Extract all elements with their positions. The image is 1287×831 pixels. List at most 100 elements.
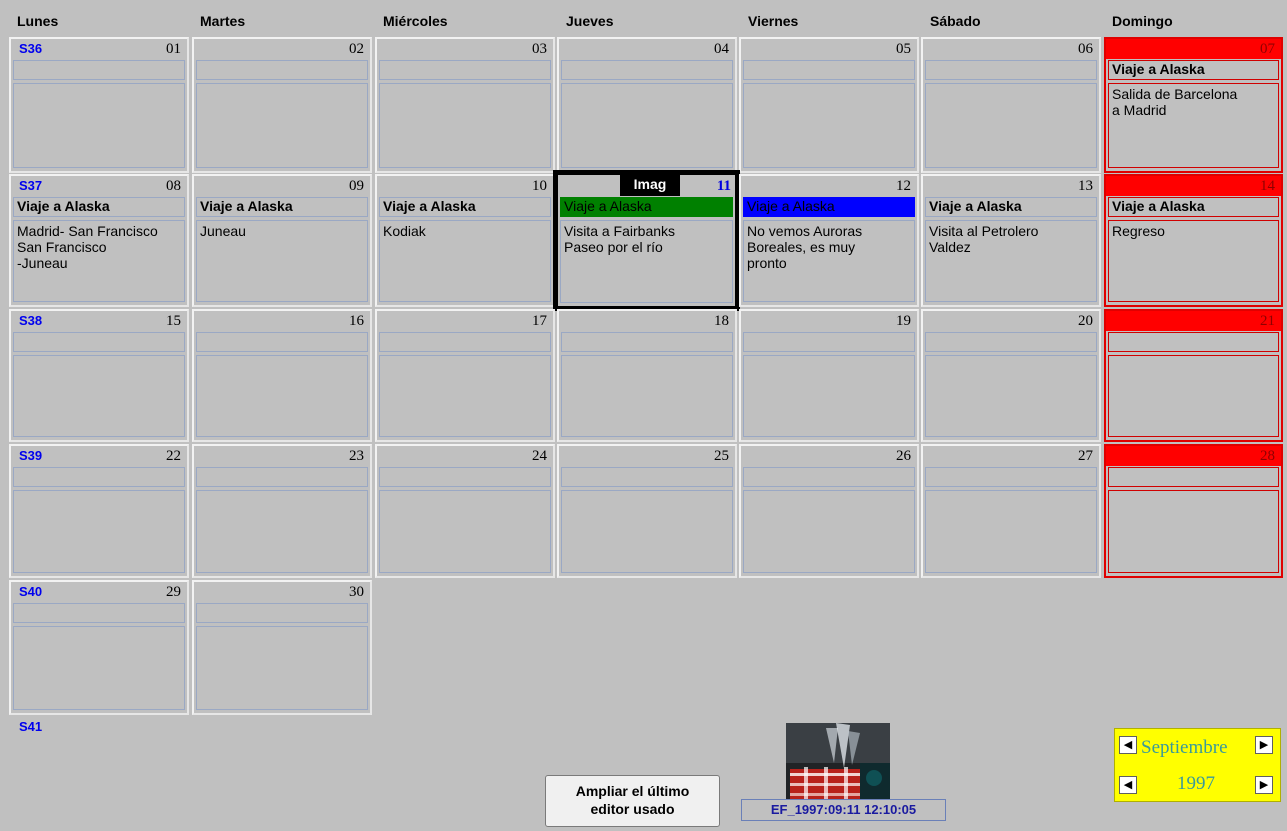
day-cell-18[interactable]: 18 (557, 309, 737, 442)
day-cell-04[interactable]: 04 (557, 37, 737, 173)
day-cell-07[interactable]: 07 Viaje a Alaska Salida de Barcelona a … (1104, 37, 1283, 173)
day-cell-17[interactable]: 17 (375, 309, 555, 442)
day-cell-06[interactable]: 06 (921, 37, 1101, 173)
day-cell-16[interactable]: 16 (192, 309, 372, 442)
event-title-box[interactable] (925, 60, 1097, 80)
event-notes-box[interactable] (379, 355, 551, 437)
event-title-box[interactable]: Viaje a Alaska (925, 197, 1097, 217)
day-cell-14[interactable]: 14 Viaje a Alaska Regreso (1104, 174, 1283, 307)
prev-year-arrow-icon[interactable]: ◀ (1119, 776, 1137, 794)
event-title-box[interactable] (1108, 332, 1279, 352)
day-cell-19[interactable]: 19 (739, 309, 919, 442)
event-notes-box[interactable] (1108, 355, 1279, 437)
event-title-box[interactable] (925, 467, 1097, 487)
day-cell-28[interactable]: 28 (1104, 444, 1283, 578)
day-cell-23[interactable]: 23 (192, 444, 372, 578)
week-label[interactable]: S39 (19, 448, 42, 463)
event-title-box[interactable] (743, 332, 915, 352)
day-cell-15[interactable]: S38 15 (9, 309, 189, 442)
next-year-arrow-icon[interactable]: ▶ (1255, 776, 1273, 794)
event-notes-box[interactable] (196, 83, 368, 168)
event-notes-box[interactable] (13, 626, 185, 710)
event-title-box[interactable] (1108, 467, 1279, 487)
day-cell-12[interactable]: 12 Viaje a Alaska No vemos Auroras Borea… (739, 174, 919, 307)
event-title-box[interactable] (743, 467, 915, 487)
event-notes-box[interactable] (925, 83, 1097, 168)
event-notes-box[interactable] (743, 355, 915, 437)
day-cell-29[interactable]: S40 29 (9, 580, 189, 715)
week-label[interactable]: S38 (19, 313, 42, 328)
event-title-box[interactable] (196, 60, 368, 80)
day-cell-03[interactable]: 03 (375, 37, 555, 173)
event-title-box[interactable]: Viaje a Alaska (196, 197, 368, 217)
event-title-box[interactable] (13, 603, 185, 623)
event-notes-box[interactable] (743, 490, 915, 573)
event-title-box[interactable] (13, 332, 185, 352)
event-title-box[interactable] (561, 467, 733, 487)
event-notes-box[interactable] (379, 490, 551, 573)
event-notes-box[interactable] (196, 490, 368, 573)
event-notes-box[interactable]: Juneau (196, 220, 368, 302)
event-title-box[interactable] (925, 332, 1097, 352)
event-title-box[interactable] (743, 60, 915, 80)
event-title-box[interactable] (379, 332, 551, 352)
event-notes-box[interactable] (743, 83, 915, 168)
event-notes-box[interactable] (379, 83, 551, 168)
image-tag[interactable]: Imag (620, 175, 680, 196)
event-title-box[interactable]: Viaje a Alaska (743, 197, 915, 217)
event-title-box[interactable]: Viaje a Alaska (1108, 197, 1279, 217)
event-notes-box[interactable] (13, 490, 185, 573)
event-notes-box[interactable]: No vemos Auroras Boreales, es muy pronto (743, 220, 915, 302)
day-cell-09[interactable]: 09 Viaje a Alaska Juneau (192, 174, 372, 307)
event-notes-box[interactable]: Regreso (1108, 220, 1279, 302)
day-cell-08[interactable]: S37 08 Viaje a Alaska Madrid- San Franci… (9, 174, 189, 307)
day-cell-26[interactable]: 26 (739, 444, 919, 578)
event-notes-box[interactable] (13, 355, 185, 437)
day-cell-10[interactable]: 10 Viaje a Alaska Kodiak (375, 174, 555, 307)
event-notes-box[interactable] (561, 490, 733, 573)
event-notes-box[interactable]: Visita al Petrolero Valdez (925, 220, 1097, 302)
day-cell-13[interactable]: 13 Viaje a Alaska Visita al Petrolero Va… (921, 174, 1101, 307)
event-title-box[interactable] (379, 467, 551, 487)
event-title-box[interactable]: Viaje a Alaska (560, 197, 733, 217)
event-title-box[interactable] (561, 60, 733, 80)
event-notes-box[interactable] (196, 355, 368, 437)
day-cell-01[interactable]: S36 01 (9, 37, 189, 173)
event-title-box[interactable]: Viaje a Alaska (379, 197, 551, 217)
event-title-box[interactable] (379, 60, 551, 80)
day-cell-30[interactable]: 30 (192, 580, 372, 715)
next-month-arrow-icon[interactable]: ▶ (1255, 736, 1273, 754)
event-notes-box[interactable]: Madrid- San Francisco San Francisco -Jun… (13, 220, 185, 302)
event-notes-box[interactable]: Visita a Fairbanks Paseo por el río (560, 220, 733, 303)
event-title-box[interactable]: Viaje a Alaska (13, 197, 185, 217)
week-label[interactable]: S37 (19, 178, 42, 193)
week-label[interactable]: S36 (19, 41, 42, 56)
prev-month-arrow-icon[interactable]: ◀ (1119, 736, 1137, 754)
event-notes-box[interactable] (561, 83, 733, 168)
week-label-s41[interactable]: S41 (19, 719, 42, 734)
day-cell-22[interactable]: S39 22 (9, 444, 189, 578)
event-notes-box[interactable] (925, 490, 1097, 573)
day-cell-20[interactable]: 20 (921, 309, 1101, 442)
day-cell-05[interactable]: 05 (739, 37, 919, 173)
day-cell-02[interactable]: 02 (192, 37, 372, 173)
event-notes-box[interactable]: Kodiak (379, 220, 551, 302)
week-label[interactable]: S40 (19, 584, 42, 599)
day-cell-27[interactable]: 27 (921, 444, 1101, 578)
event-title-box[interactable] (13, 60, 185, 80)
photo-thumbnail[interactable] (786, 723, 890, 800)
day-cell-11-selected[interactable]: Imag 11 Viaje a Alaska Visita a Fairbank… (553, 170, 740, 311)
event-title-box[interactable] (196, 332, 368, 352)
event-notes-box[interactable] (925, 355, 1097, 437)
event-title-box[interactable] (196, 603, 368, 623)
day-cell-25[interactable]: 25 (557, 444, 737, 578)
day-cell-21[interactable]: 21 (1104, 309, 1283, 442)
event-title-box[interactable] (561, 332, 733, 352)
expand-last-editor-button[interactable]: Ampliar el último editor usado (545, 775, 720, 827)
event-title-box[interactable]: Viaje a Alaska (1108, 60, 1279, 80)
event-notes-box[interactable]: Salida de Barcelona a Madrid (1108, 83, 1279, 168)
day-cell-24[interactable]: 24 (375, 444, 555, 578)
event-notes-box[interactable] (1108, 490, 1279, 573)
event-notes-box[interactable] (13, 83, 185, 168)
event-title-box[interactable] (13, 467, 185, 487)
